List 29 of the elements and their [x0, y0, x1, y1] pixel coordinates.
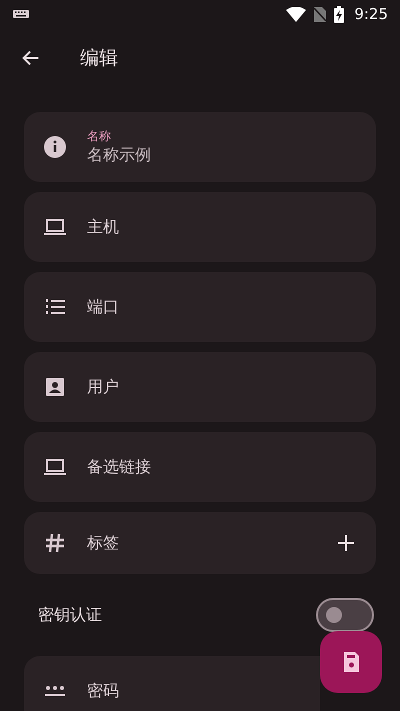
field-placeholder: 端口 — [87, 296, 119, 318]
field-placeholder: 密码 — [87, 680, 119, 702]
toggle-switch[interactable] — [316, 598, 374, 632]
plus-icon — [336, 533, 356, 553]
wifi-icon — [286, 6, 306, 22]
field-placeholder: 标签 — [87, 532, 119, 554]
hash-icon — [43, 531, 67, 555]
field-placeholder: 备选链接 — [87, 456, 151, 478]
save-button[interactable] — [320, 631, 382, 693]
field-label: 名称 — [87, 128, 112, 145]
no-sim-icon — [314, 6, 326, 22]
info-icon — [43, 135, 67, 159]
user-icon — [43, 375, 67, 399]
battery-icon — [334, 6, 344, 22]
field-value: 名称示例 — [87, 145, 151, 166]
screen-title: 编辑 — [80, 46, 118, 71]
text-field[interactable]: 标签 — [24, 512, 376, 574]
status-time: 9:25 — [354, 5, 388, 23]
switch-label: 密钥认证 — [38, 604, 102, 626]
text-field[interactable]: 主机 — [24, 192, 376, 262]
text-field[interactable]: 端口 — [24, 272, 376, 342]
add-button[interactable] — [335, 532, 357, 554]
field-placeholder: 用户 — [87, 376, 119, 398]
text-field[interactable]: 备选链接 — [24, 432, 376, 502]
text-field[interactable]: 用户 — [24, 352, 376, 422]
password-field[interactable]: 密码 — [24, 656, 320, 711]
field-placeholder: 主机 — [87, 216, 119, 238]
text-field[interactable]: 名称 名称示例 — [24, 112, 376, 182]
keyboard-icon — [13, 10, 29, 18]
